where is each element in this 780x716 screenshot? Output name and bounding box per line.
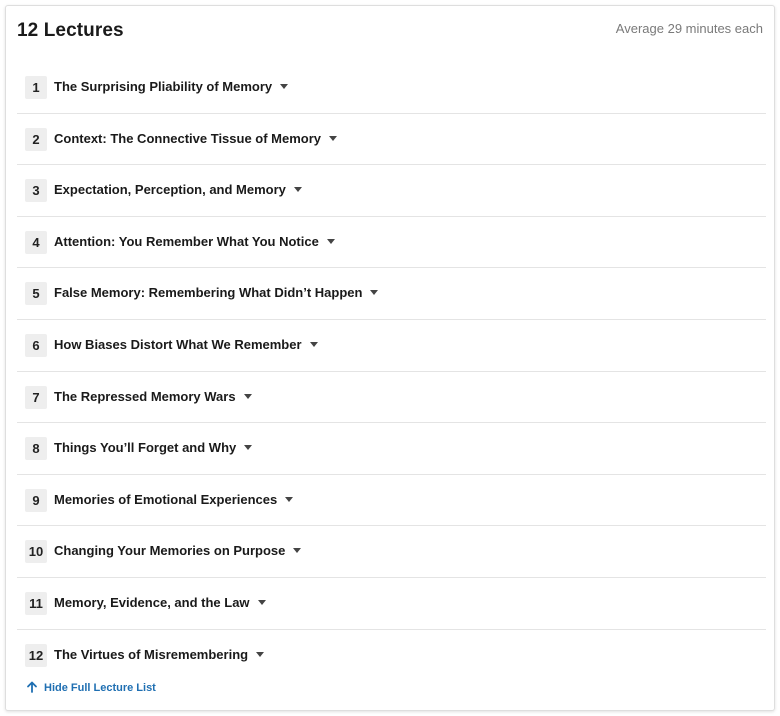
lecture-number-badge: 1	[25, 76, 47, 99]
caret-down-icon[interactable]	[244, 445, 253, 451]
lecture-count-title: 12 Lectures	[17, 20, 124, 41]
caret-down-icon[interactable]	[257, 600, 266, 605]
lecture-title-toggle[interactable]: Expectation, Perception, and Memory	[54, 182, 302, 197]
lecture-number-badge: 9	[25, 488, 47, 512]
lecture-number-badge: 5	[25, 282, 47, 306]
lecture-title-text: Expectation, Perception, and Memory	[54, 182, 286, 198]
arrow-up-icon	[27, 681, 37, 693]
lecture-row-12[interactable]: 12 The Virtues of Misremembering	[17, 630, 766, 682]
caret-down-icon[interactable]	[309, 342, 318, 348]
lecture-title-toggle[interactable]: The Surprising Pliability of Memory	[54, 79, 289, 94]
lecture-list-panel: 12 Lectures Average 29 minutes each 1 Th…	[5, 5, 775, 711]
caret-down-icon[interactable]	[293, 187, 302, 193]
lecture-row-9[interactable]: 9 Memories of Emotional Experiences	[17, 475, 766, 527]
lecture-row-11[interactable]: 11 Memory, Evidence, and the Law	[17, 578, 766, 630]
caret-down-icon[interactable]	[370, 290, 379, 296]
lecture-row-3[interactable]: 3 Expectation, Perception, and Memory	[17, 165, 766, 217]
caret-down-icon[interactable]	[326, 238, 335, 244]
lecture-title-toggle[interactable]: Things You’ll Forget and Why	[54, 440, 253, 456]
panel-header: 12 Lectures Average 29 minutes each	[17, 20, 763, 48]
caret-down-icon[interactable]	[243, 393, 252, 399]
lecture-row-10[interactable]: 10 Changing Your Memories on Purpose	[17, 526, 766, 578]
caret-down-icon[interactable]	[293, 548, 302, 554]
lecture-number-badge: 4	[25, 230, 47, 254]
lecture-title-toggle[interactable]: Memories of Emotional Experiences	[54, 491, 294, 507]
lecture-title-text: False Memory: Remembering What Didn’t Ha…	[54, 285, 363, 301]
caret-down-icon[interactable]	[285, 496, 294, 502]
lecture-row-8[interactable]: 8 Things You’ll Forget and Why	[17, 423, 766, 475]
lecture-number-badge: 10	[25, 540, 47, 564]
lecture-title-toggle[interactable]: How Biases Distort What We Remember	[54, 337, 318, 352]
lecture-title-text: Things You’ll Forget and Why	[54, 440, 237, 456]
lecture-title-text: Context: The Connective Tissue of Memory	[54, 130, 322, 146]
caret-down-icon[interactable]	[329, 135, 338, 141]
caret-down-icon[interactable]	[280, 84, 289, 90]
lecture-number-badge: 8	[25, 437, 47, 461]
lecture-row-4[interactable]: 4 Attention: You Remember What You Notic…	[17, 217, 766, 269]
lecture-title-text: The Repressed Memory Wars	[54, 388, 236, 404]
lecture-row-1[interactable]: 1 The Surprising Pliability of Memory	[17, 62, 766, 114]
lecture-title-toggle[interactable]: Context: The Connective Tissue of Memory	[54, 130, 338, 146]
lecture-title-text: Memory, Evidence, and the Law	[54, 594, 250, 610]
lecture-row-5[interactable]: 5 False Memory: Remembering What Didn’t …	[17, 268, 766, 320]
lecture-number-badge: 2	[25, 127, 47, 151]
caret-down-icon[interactable]	[256, 651, 265, 657]
lecture-title-toggle[interactable]: The Repressed Memory Wars	[54, 389, 252, 404]
lecture-number-badge: 7	[25, 385, 47, 409]
lecture-list: 1 The Surprising Pliability of Memory 2 …	[17, 62, 766, 681]
lecture-number-badge: 12	[25, 643, 47, 667]
lecture-title-text: How Biases Distort What We Remember	[54, 336, 302, 352]
lecture-title-toggle[interactable]: Attention: You Remember What You Notice	[54, 234, 335, 249]
lecture-number-badge: 6	[25, 333, 47, 357]
lecture-title-text: Memories of Emotional Experiences	[54, 491, 278, 507]
lecture-title-toggle[interactable]: Changing Your Memories on Purpose	[54, 543, 302, 559]
average-duration-label: Average 29 minutes each	[615, 21, 763, 36]
lecture-title-toggle[interactable]: Memory, Evidence, and the Law	[54, 595, 266, 610]
lecture-number-badge: 3	[25, 179, 47, 203]
lecture-number-badge: 11	[25, 591, 47, 615]
lecture-title-toggle[interactable]: False Memory: Remembering What Didn’t Ha…	[54, 285, 379, 301]
lecture-title-toggle[interactable]: The Virtues of Misremembering	[54, 646, 265, 662]
lecture-row-2[interactable]: 2 Context: The Connective Tissue of Memo…	[17, 114, 766, 166]
hide-lecture-list-label: Hide Full Lecture List	[44, 682, 156, 694]
lecture-title-text: The Surprising Pliability of Memory	[54, 79, 273, 94]
lecture-title-text: Changing Your Memories on Purpose	[54, 543, 286, 559]
lecture-row-7[interactable]: 7 The Repressed Memory Wars	[17, 372, 766, 424]
lecture-title-text: The Virtues of Misremembering	[54, 646, 249, 662]
hide-lecture-list-link[interactable]: Hide Full Lecture List	[26, 681, 156, 694]
lecture-row-6[interactable]: 6 How Biases Distort What We Remember	[17, 320, 766, 372]
lecture-title-text: Attention: You Remember What You Notice	[54, 233, 319, 249]
